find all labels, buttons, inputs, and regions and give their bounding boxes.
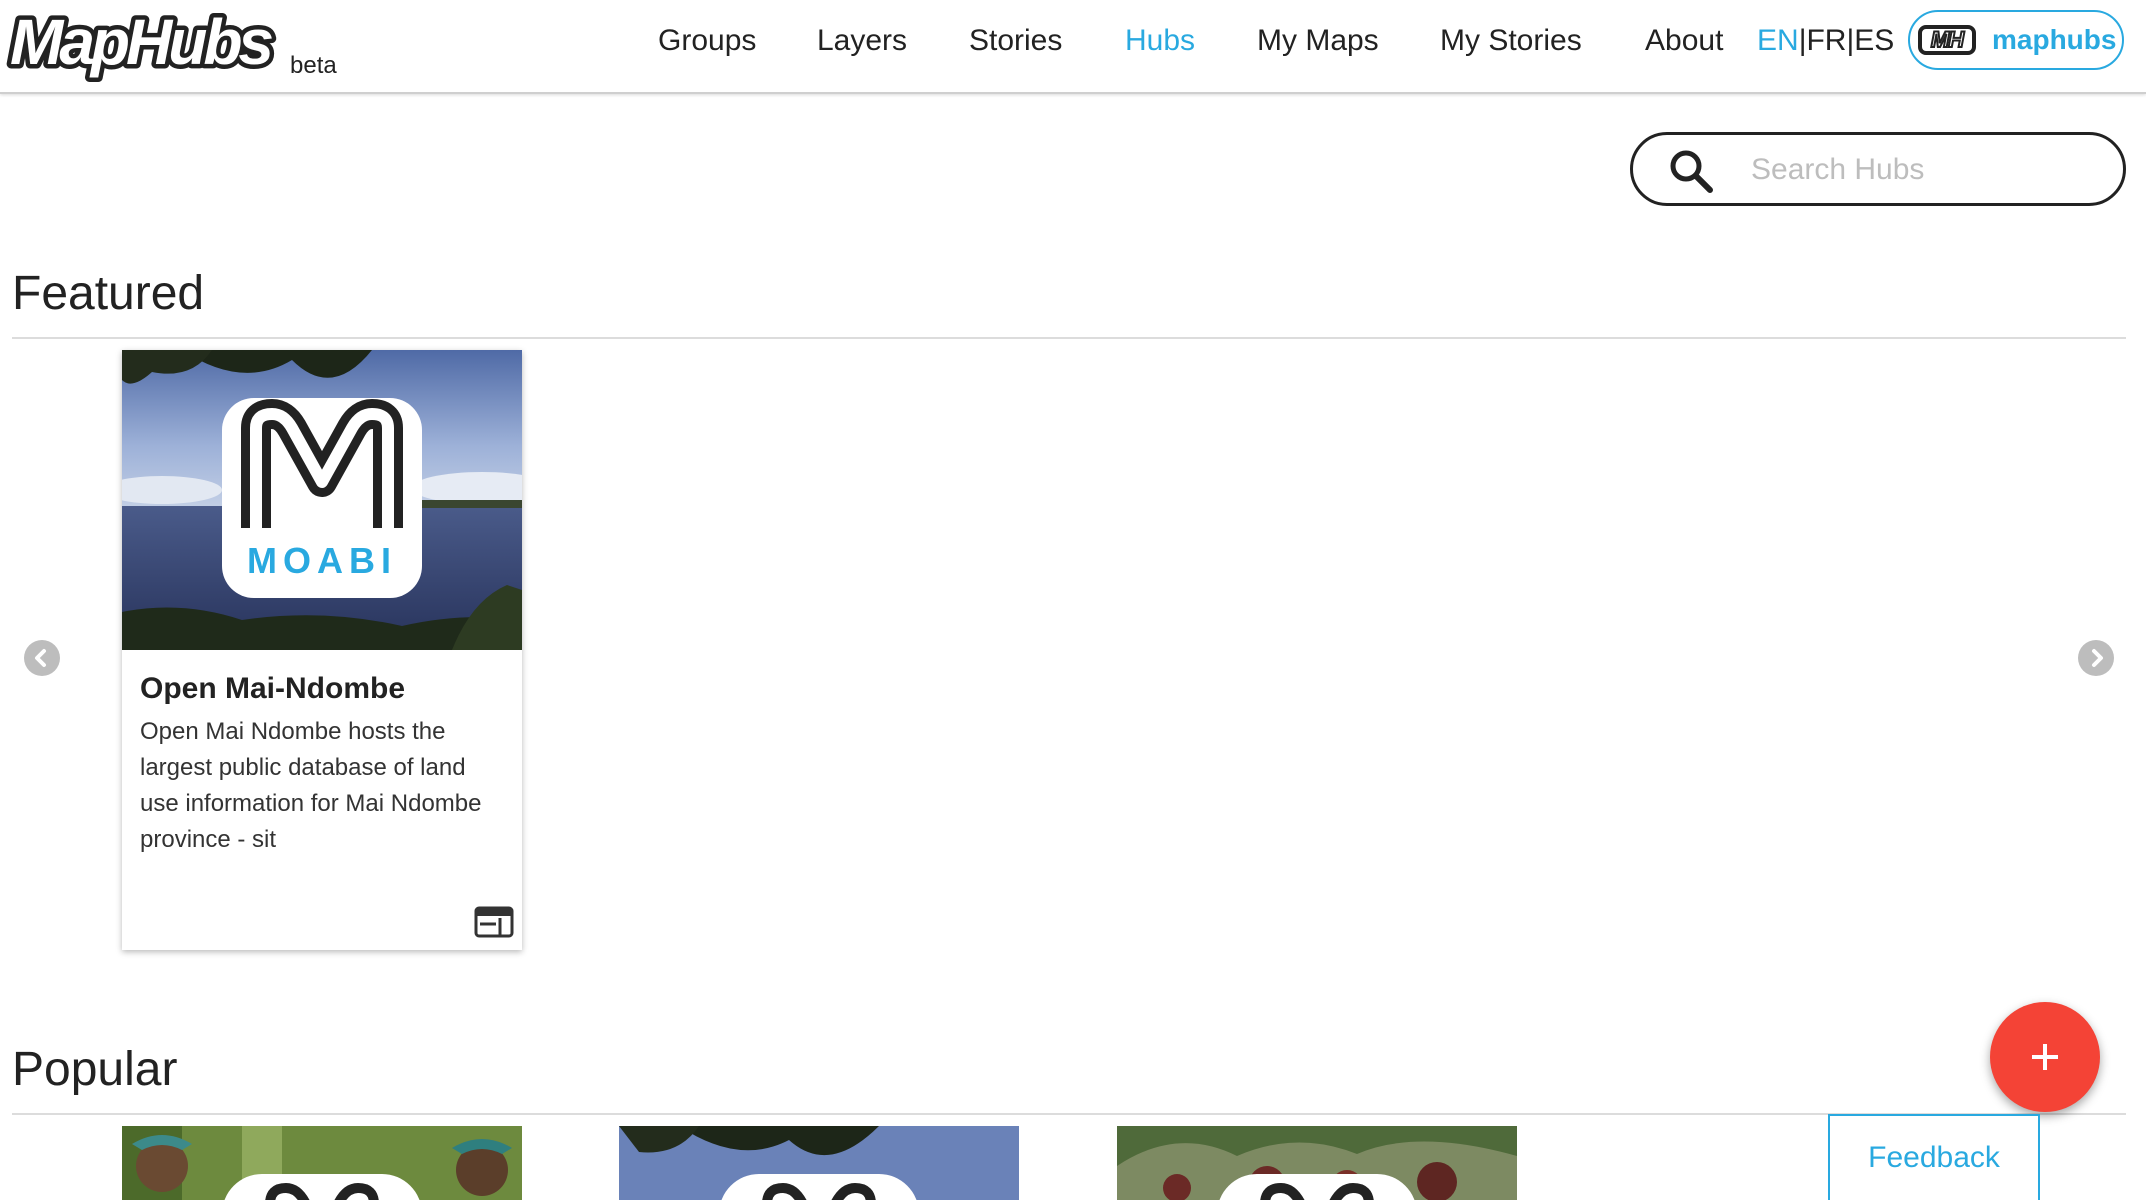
- featured-heading: Featured: [12, 267, 205, 320]
- beta-label: beta: [290, 52, 337, 79]
- svg-text:MapHubs: MapHubs: [10, 6, 272, 78]
- lang-fr[interactable]: FR: [1806, 24, 1846, 57]
- popular-divider: [12, 1113, 2126, 1115]
- hub-card-title[interactable]: Open Mai-Ndombe: [140, 672, 405, 706]
- feedback-button[interactable]: Feedback: [1828, 1114, 2040, 1200]
- account-button[interactable]: MH maphubs: [1908, 10, 2124, 70]
- chevron-left-icon: [35, 649, 46, 667]
- top-nav-bar: MapHubs MapHubs beta Groups Layers Stori…: [0, 0, 2146, 94]
- popular-hub-card[interactable]: [122, 1126, 522, 1200]
- hub-card-image: MOABI: [122, 350, 522, 650]
- logo-image: MapHubs MapHubs: [6, 2, 281, 83]
- web-page-icon: [474, 906, 514, 943]
- popular-hub-card[interactable]: [619, 1126, 1019, 1200]
- hub-card[interactable]: MOABI Open Mai-Ndombe Open Mai Ndombe ho…: [122, 350, 522, 950]
- popular-hub-card[interactable]: [1117, 1126, 1517, 1200]
- account-label: maphubs: [1992, 24, 2117, 55]
- chevron-right-icon: [2092, 649, 2103, 667]
- search-icon[interactable]: [1669, 149, 1713, 198]
- search-input[interactable]: [1749, 145, 2103, 195]
- plus-icon: [2032, 1044, 2058, 1070]
- popular-hub-logo: [1217, 1174, 1417, 1200]
- nav-stories[interactable]: Stories: [969, 24, 1062, 58]
- lang-en[interactable]: EN: [1757, 24, 1799, 57]
- moabi-logo-icon: [241, 399, 403, 528]
- nav-groups[interactable]: Groups: [658, 24, 756, 58]
- popular-hub-logo: [222, 1174, 422, 1200]
- description-fade: [312, 822, 432, 858]
- hub-badge-text: MOABI: [247, 540, 397, 581]
- avatar: MH: [1918, 25, 1976, 55]
- add-hub-button[interactable]: [1990, 1002, 2100, 1112]
- hub-logo-badge: MOABI: [222, 398, 422, 598]
- maphubs-logo[interactable]: MapHubs MapHubs: [6, 2, 296, 83]
- carousel-next-button[interactable]: [2078, 640, 2114, 676]
- nav-about[interactable]: About: [1645, 24, 1723, 58]
- language-switcher: EN|FR|ES: [1757, 24, 1894, 58]
- nav-my-stories[interactable]: My Stories: [1440, 24, 1582, 58]
- featured-divider: [12, 337, 2126, 339]
- nav-hubs[interactable]: Hubs: [1125, 24, 1195, 58]
- carousel-prev-button[interactable]: [24, 640, 60, 676]
- nav-layers[interactable]: Layers: [817, 24, 907, 58]
- popular-hub-logo: [719, 1174, 919, 1200]
- search-hubs-box: [1630, 132, 2126, 206]
- nav-my-maps[interactable]: My Maps: [1257, 24, 1379, 58]
- lang-es[interactable]: ES: [1854, 24, 1894, 57]
- popular-heading: Popular: [12, 1043, 178, 1096]
